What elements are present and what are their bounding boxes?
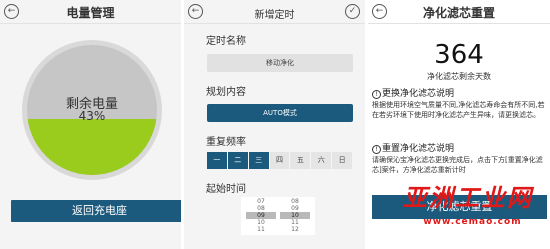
repeat-frequency-label: 重复频率 — [206, 137, 246, 148]
weekday-toggle[interactable]: 三 — [248, 152, 270, 169]
mode-select-button[interactable]: AUTO模式 — [207, 104, 353, 122]
replace-info-title: ! 更换净化滤芯说明 — [372, 86, 454, 99]
plan-content-label: 规划内容 — [206, 87, 246, 98]
weekday-selector: 一 二 三 四 五 六 日 — [207, 152, 354, 169]
gauge-value: 43% — [78, 109, 106, 123]
header: ← 新增定时 ✓ — [184, 0, 365, 24]
watermark-url: www.cemao.com — [423, 217, 522, 227]
weekday-toggle[interactable]: 四 — [269, 152, 291, 169]
hour-option[interactable]: 10 — [246, 219, 276, 226]
exclamation-circle-icon: ! — [372, 145, 381, 154]
battery-management-screen: ← 电量管理 剩余电量 43% 返回充电座 — [0, 0, 181, 249]
replace-info-text: 根据使用环境空气质量不同,净化滤芯寿命会有所不同,若在若劣环境下使用时净化滤芯产… — [372, 101, 545, 119]
page-title: 净化滤芯重置 — [422, 6, 495, 20]
reset-info-text: 请确保沁宝净化滤芯更换完成后，点击下方[重置净化滤芯]案件，方净化滤芯重新计时 — [372, 156, 543, 174]
minute-option[interactable]: 09 — [280, 205, 310, 212]
hour-wheel[interactable]: 07 08 09 10 11 — [246, 198, 276, 233]
page-title: 电量管理 — [66, 6, 115, 20]
hour-option[interactable]: 07 — [246, 198, 276, 205]
weekday-toggle[interactable]: 六 — [311, 152, 333, 169]
weekday-toggle[interactable]: 五 — [290, 152, 312, 169]
reset-info-title: ! 重置净化滤芯说明 — [372, 141, 454, 154]
hour-option[interactable]: 08 — [246, 205, 276, 212]
header: ← 净化滤芯重置 — [368, 0, 550, 24]
timer-name-field[interactable]: 移动净化 — [207, 54, 353, 72]
check-circle-icon[interactable]: ✓ — [345, 4, 360, 19]
weekday-toggle[interactable]: 日 — [332, 152, 354, 169]
page-title: 新增定时 — [254, 10, 295, 21]
battery-level-fill — [27, 119, 157, 175]
hour-option[interactable]: 11 — [246, 226, 276, 233]
minute-option[interactable]: 10 — [280, 212, 310, 219]
weekday-toggle[interactable]: 二 — [227, 152, 249, 169]
exclamation-circle-icon: ! — [372, 90, 381, 99]
battery-gauge: 剩余电量 43% — [22, 40, 162, 180]
start-time-label: 起始时间 — [206, 184, 246, 195]
minute-option[interactable]: 12 — [280, 226, 310, 233]
time-picker[interactable]: 07 08 09 10 11 08 09 10 11 12 — [241, 197, 315, 235]
filter-days-caption: 净化滤芯剩余天数 — [427, 72, 491, 81]
minute-option[interactable]: 08 — [280, 198, 310, 205]
weekday-toggle[interactable]: 一 — [207, 152, 228, 169]
watermark-logo: 亚洲工业网 — [403, 184, 533, 212]
filter-days-remaining: 364 — [434, 40, 484, 70]
return-to-dock-button[interactable]: 返回充电座 — [11, 200, 181, 222]
new-timer-screen: ← 新增定时 ✓ 定时名称 移动净化 规划内容 AUTO模式 重复频率 一 二 … — [184, 0, 365, 249]
hour-option[interactable]: 09 — [246, 212, 276, 219]
minute-wheel[interactable]: 08 09 10 11 12 — [280, 198, 310, 233]
minute-option[interactable]: 11 — [280, 219, 310, 226]
header: ← 电量管理 — [0, 0, 181, 24]
timer-name-label: 定时名称 — [206, 36, 246, 47]
